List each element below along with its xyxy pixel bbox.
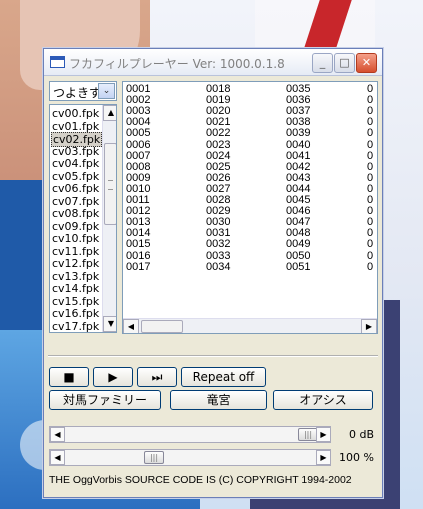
app-window-icon <box>50 56 65 68</box>
slider-right-arrow-icon[interactable]: ▶ <box>316 427 331 442</box>
track-item[interactable]: 0016 <box>126 250 150 262</box>
volume-slider[interactable]: ◀ ||| ▶ <box>49 426 331 443</box>
track-item-partial[interactable]: 0 <box>367 239 373 250</box>
chevron-down-icon[interactable]: ⌄ <box>98 83 115 99</box>
track-item-partial[interactable]: 0 <box>367 261 373 273</box>
minimize-button[interactable]: _ <box>312 53 333 73</box>
repeat-button[interactable]: Repeat off <box>181 367 266 387</box>
slider-left-arrow-icon[interactable]: ◀ <box>50 450 65 465</box>
maximize-button[interactable]: □ <box>334 53 355 73</box>
list-item[interactable]: cv14.fpk <box>52 282 99 295</box>
list-item[interactable]: cv00.fpk <box>52 107 99 120</box>
scroll-up-arrow-icon[interactable]: ▲ <box>103 105 116 121</box>
speed-slider[interactable]: ◀ ||| ▶ <box>49 449 331 466</box>
list-item[interactable]: cv01.fpk <box>52 120 99 133</box>
scroll-right-arrow-icon[interactable]: ▶ <box>361 319 377 333</box>
preset-ryugu-button[interactable]: 竜宮 <box>170 390 267 410</box>
track-item[interactable]: 0022 <box>206 128 230 139</box>
archive-set-select[interactable]: つよきす ⌄ <box>49 81 117 101</box>
slider-left-arrow-icon[interactable]: ◀ <box>50 427 65 442</box>
track-item[interactable]: 0040 <box>286 139 310 151</box>
preset-tsushima-button[interactable]: 対馬ファミリー <box>49 390 161 410</box>
window-title: フカフィルプレーヤー Ver: 1000.0.1.8 <box>69 57 285 71</box>
list-item[interactable]: cv17.fpk <box>52 320 99 333</box>
next-button[interactable]: ⏭ <box>137 367 177 387</box>
slider-right-arrow-icon[interactable]: ▶ <box>316 450 331 465</box>
track-list-scrollbar[interactable]: ◀ ▶ <box>123 318 377 333</box>
scroll-thumb[interactable] <box>141 320 183 333</box>
track-list[interactable]: 0001 0002 0003 0004 0005 0006 0007 0008 0009 0010… <box>122 81 378 334</box>
track-item[interactable]: 0034 <box>206 261 230 273</box>
close-button[interactable]: ✕ <box>356 53 377 73</box>
track-item[interactable]: 0006 <box>126 139 150 151</box>
track-item[interactable]: 0049 <box>286 239 310 250</box>
file-list[interactable]: cv00.fpk cv01.fpk cv02.fpk cv03.fpk cv04.fpk… <box>49 104 117 333</box>
list-item[interactable]: cv18.fpk <box>52 332 99 333</box>
preset-oasis-button[interactable]: オアシス <box>273 390 373 410</box>
play-icon: ▶ <box>108 370 118 384</box>
list-item[interactable]: cv16.fpk <box>52 307 99 320</box>
list-item[interactable]: cv11.fpk <box>52 245 99 258</box>
track-item-partial[interactable]: 0 <box>367 128 373 139</box>
copyright-notice: THE OggVorbis SOURCE CODE IS (C) COPYRIG… <box>49 474 352 486</box>
track-item-partial[interactable]: 0 <box>367 250 373 262</box>
track-item[interactable]: 0033 <box>206 250 230 262</box>
skip-forward-icon: ⏭ <box>151 370 163 384</box>
list-item[interactable]: cv06.fpk <box>52 182 99 195</box>
scroll-thumb[interactable] <box>104 143 116 225</box>
list-item[interactable]: cv13.fpk <box>52 270 99 283</box>
list-item[interactable]: cv15.fpk <box>52 295 99 308</box>
list-item[interactable]: cv03.fpk <box>52 145 99 158</box>
divider <box>48 355 378 357</box>
archive-set-value: つよきす <box>53 86 102 100</box>
list-item[interactable]: cv09.fpk <box>52 220 99 233</box>
list-item[interactable]: cv04.fpk <box>52 157 99 170</box>
track-item[interactable]: 0051 <box>286 261 310 273</box>
track-item[interactable]: 0015 <box>126 239 150 250</box>
list-item[interactable]: cv10.fpk <box>52 232 99 245</box>
file-list-scrollbar[interactable]: ▲ ▼ <box>102 105 116 332</box>
track-item[interactable]: 0050 <box>286 250 310 262</box>
speed-slider-thumb[interactable]: ||| <box>144 451 164 464</box>
track-item[interactable]: 0039 <box>286 128 310 139</box>
list-item[interactable]: cv12.fpk <box>52 257 99 270</box>
track-item[interactable]: 0005 <box>126 128 150 139</box>
track-item[interactable]: 0017 <box>126 261 150 273</box>
stop-button[interactable]: ■ <box>49 367 89 387</box>
scroll-left-arrow-icon[interactable]: ◀ <box>123 319 139 333</box>
list-item[interactable]: cv07.fpk <box>52 195 99 208</box>
volume-slider-thumb[interactable]: ||| <box>298 428 318 441</box>
track-item[interactable]: 0032 <box>206 239 230 250</box>
list-item[interactable]: cv08.fpk <box>52 207 99 220</box>
list-item[interactable]: cv05.fpk <box>52 170 99 183</box>
volume-value: 0 dB <box>348 428 374 441</box>
title-bar[interactable]: フカフィルプレーヤー Ver: 1000.0.1.8 _ □ ✕ <box>44 49 382 76</box>
speed-value: 100 % <box>339 451 374 464</box>
play-button[interactable]: ▶ <box>93 367 133 387</box>
scroll-down-arrow-icon[interactable]: ▼ <box>103 316 116 332</box>
track-item[interactable]: 0023 <box>206 139 230 151</box>
stop-icon: ■ <box>63 370 75 384</box>
track-item-partial[interactable]: 0 <box>367 139 373 151</box>
player-window: フカフィルプレーヤー Ver: 1000.0.1.8 _ □ ✕ つよきす ⌄ … <box>43 48 383 498</box>
